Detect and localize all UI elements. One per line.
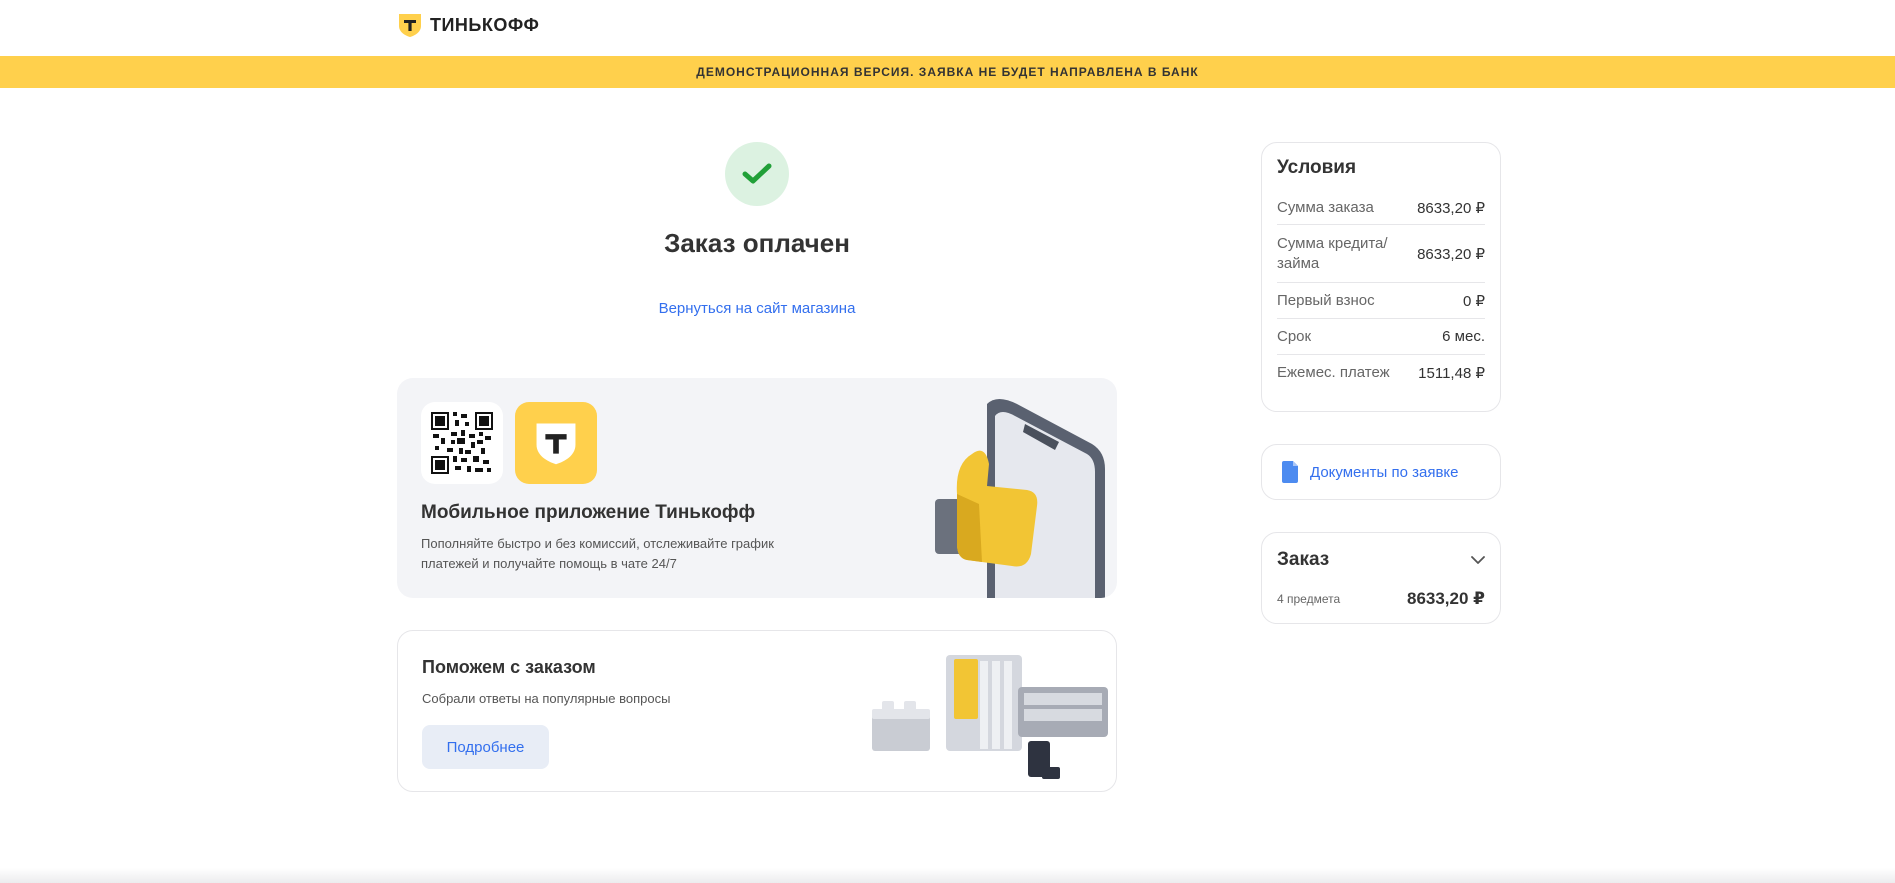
term-value: 6 мес. bbox=[1442, 328, 1485, 345]
term-value: 8633,20 ₽ bbox=[1417, 245, 1485, 263]
help-description: Собрали ответы на популярные вопросы bbox=[422, 691, 671, 706]
term-row: Первый взнос 0 ₽ bbox=[1277, 283, 1485, 319]
qr-code bbox=[421, 402, 503, 484]
tinkoff-app-icon bbox=[515, 402, 597, 484]
order-total: 8633,20 ₽ bbox=[1406, 589, 1485, 608]
terms-card: Условия Сумма заказа 8633,20 ₽ Сумма кре… bbox=[1261, 142, 1501, 412]
back-to-shop-link[interactable]: Вернуться на сайт магазина bbox=[557, 300, 957, 317]
terms-title: Условия bbox=[1277, 157, 1357, 178]
term-row: Ежемес. платеж 1511,48 ₽ bbox=[1277, 355, 1485, 391]
term-row: Сумма кредита/займа 8633,20 ₽ bbox=[1277, 225, 1485, 283]
blocks-illustration bbox=[872, 655, 1108, 779]
term-label: Срок bbox=[1277, 327, 1312, 345]
tinkoff-shield-icon bbox=[536, 423, 576, 465]
tinkoff-shield-icon bbox=[399, 14, 421, 37]
term-row: Срок 6 мес. bbox=[1277, 319, 1485, 355]
app-promo-title: Мобильное приложение Тинькофф bbox=[421, 502, 756, 523]
term-label: Первый взнос bbox=[1277, 291, 1375, 309]
term-value: 0 ₽ bbox=[1462, 292, 1485, 310]
more-info-button[interactable]: Подробнее bbox=[422, 725, 549, 769]
order-title: Заказ bbox=[1277, 549, 1330, 570]
term-label: Сумма кредита/займа bbox=[1277, 234, 1388, 272]
page-title: Заказ оплачен bbox=[664, 228, 850, 258]
demo-banner-text: ДЕМОНСТРАЦИОННАЯ ВЕРСИЯ. ЗАЯВКА НЕ БУДЕТ… bbox=[696, 65, 1199, 79]
mobile-app-card: Мобильное приложение Тинькофф Пополняйте… bbox=[397, 378, 1117, 598]
term-row: Сумма заказа 8633,20 ₽ bbox=[1277, 191, 1485, 225]
top-bar: ТИНЬКОФФ bbox=[0, 0, 1895, 56]
demo-banner: ДЕМОНСТРАЦИОННАЯ ВЕРСИЯ. ЗАЯВКА НЕ БУДЕТ… bbox=[0, 56, 1895, 88]
term-label: Ежемес. платеж bbox=[1277, 364, 1390, 381]
order-items-count: 4 предмета bbox=[1277, 592, 1341, 606]
qr-code-icon bbox=[431, 412, 493, 474]
term-value: 1511,48 ₽ bbox=[1418, 365, 1485, 382]
brand-logo[interactable]: ТИНЬКОФФ bbox=[397, 12, 539, 38]
app-promo-description: Пополняйте быстро и без комиссий, отслеж… bbox=[421, 536, 774, 571]
help-title: Поможем с заказом bbox=[422, 657, 596, 677]
document-icon bbox=[1282, 461, 1298, 483]
order-summary: 4 предмета 8633,20 ₽ bbox=[1277, 589, 1485, 609]
documents-link[interactable]: Документы по заявке bbox=[1261, 444, 1501, 500]
documents-label: Документы по заявке bbox=[1310, 463, 1459, 481]
success-badge bbox=[725, 142, 789, 206]
term-value: 8633,20 ₽ bbox=[1417, 199, 1485, 217]
help-card: Поможем с заказом Собрали ответы на попу… bbox=[397, 630, 1117, 792]
order-card[interactable]: Заказ 4 предмета 8633,20 ₽ bbox=[1261, 532, 1501, 624]
order-header[interactable]: Заказ bbox=[1277, 549, 1485, 571]
chevron-down-icon[interactable] bbox=[1471, 555, 1485, 565]
brand-name: ТИНЬКОФФ bbox=[430, 14, 540, 35]
checkmark-icon bbox=[742, 163, 772, 184]
bottom-shadow bbox=[0, 868, 1895, 883]
phone-thumbs-up-illustration bbox=[935, 399, 1105, 598]
term-label: Сумма заказа bbox=[1277, 198, 1374, 216]
